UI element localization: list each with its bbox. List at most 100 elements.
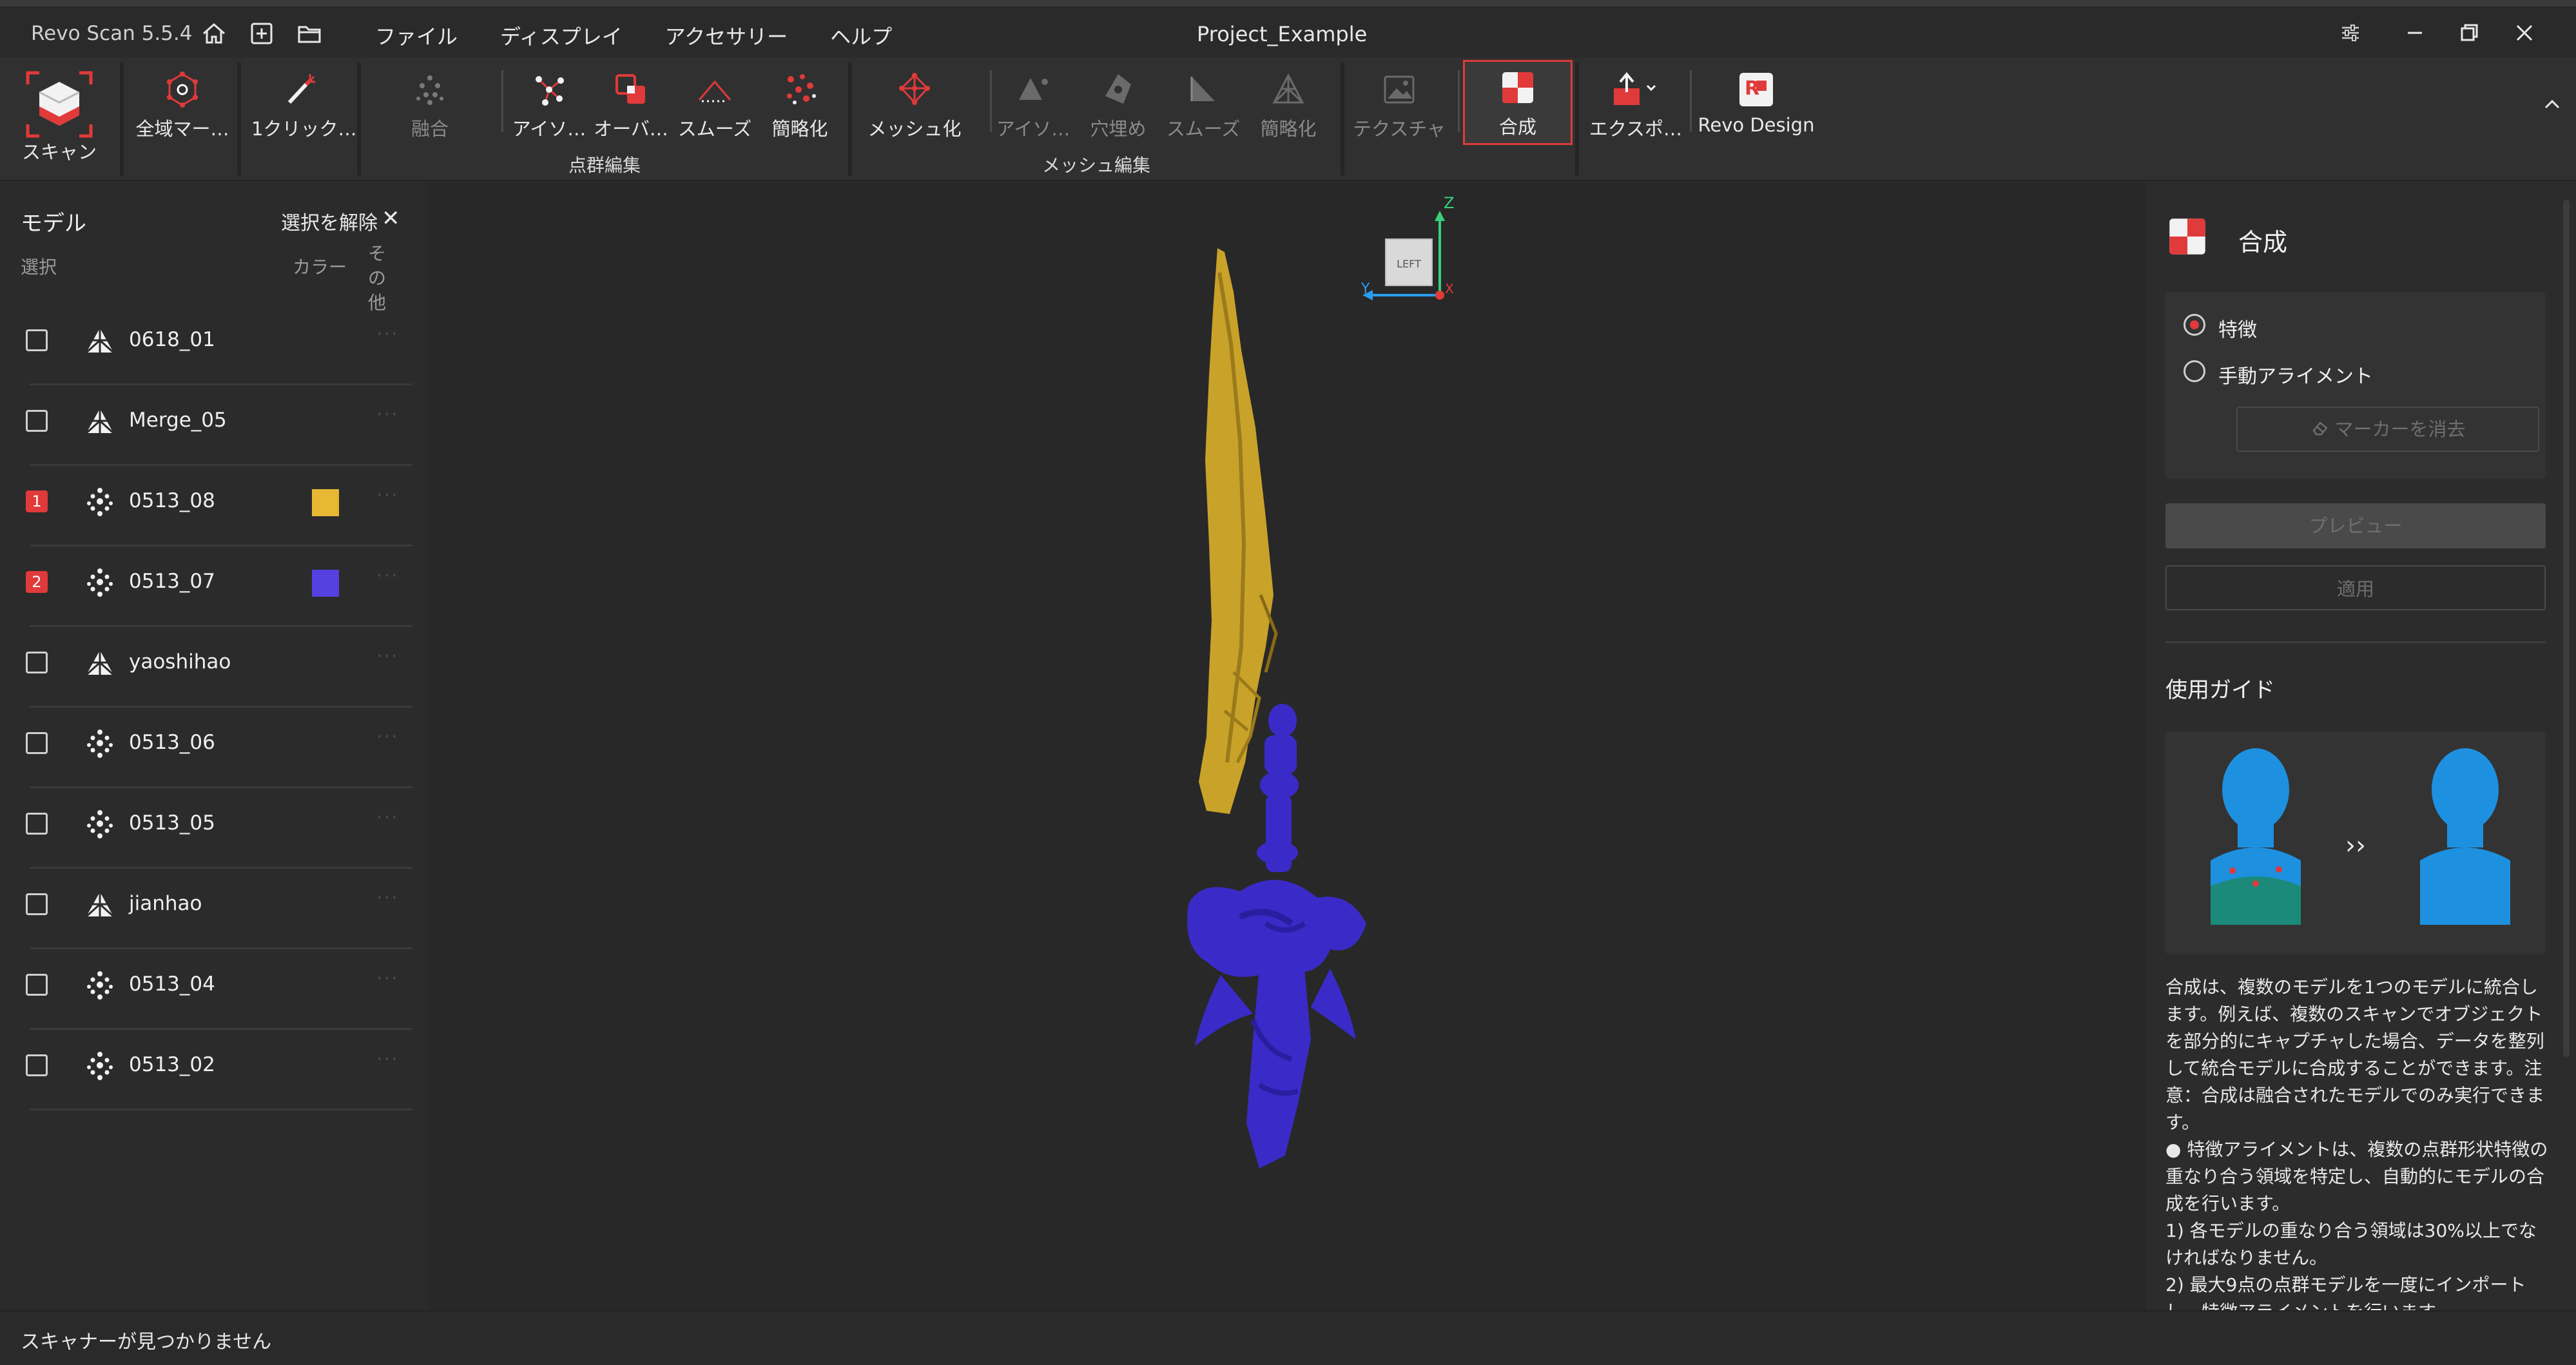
model-checkbox[interactable] [26, 974, 48, 996]
scan-label: スキャン [21, 141, 97, 163]
model-row[interactable]: 1 0513_08 ··· [0, 466, 412, 547]
fuse-button[interactable]: 融合 [388, 64, 472, 148]
model-row[interactable]: 0513_04 ··· [0, 949, 412, 1030]
model-color-swatch[interactable] [312, 489, 339, 516]
model-row[interactable]: jianhao ··· [0, 869, 412, 949]
right-panel-scrollbar[interactable] [2563, 200, 2570, 1057]
3d-viewport[interactable]: LEFT Z Y X [428, 182, 2146, 1310]
merge-icon [1502, 72, 1533, 103]
global-marker-button[interactable]: 全域マー… [134, 64, 231, 148]
model-row[interactable]: 0513_05 ··· [0, 788, 412, 869]
open-folder-icon[interactable] [295, 19, 324, 48]
mesh-smooth-label: スムーズ [1166, 118, 1241, 140]
merge-label: 合成 [1498, 116, 1536, 138]
close-icon[interactable]: ✕ [382, 206, 400, 231]
model-row[interactable]: 0513_06 ··· [0, 708, 412, 788]
menu-display[interactable]: ディスプレイ [500, 21, 623, 50]
menu-file[interactable]: ファイル [375, 21, 458, 50]
more-options-icon[interactable]: ··· [376, 565, 399, 587]
more-options-icon[interactable]: ··· [376, 887, 399, 909]
deselect-button[interactable]: 選択を解除 [281, 207, 378, 235]
global-marker-label: 全域マー… [135, 118, 229, 140]
model-checkbox[interactable] [26, 652, 48, 673]
model-panel: モデル 選択を解除 ✕ 選択 カラー その他 0618_01 ··· Merge_0… [0, 182, 428, 1310]
model-color-swatch[interactable] [312, 570, 339, 597]
column-header-other: その他 [367, 243, 386, 313]
smooth-points-button[interactable]: スムーズ [673, 64, 757, 148]
model-checkbox[interactable] [26, 1054, 48, 1076]
model-row[interactable]: 2 0513_07 ··· [0, 547, 412, 627]
simplify-points-button[interactable]: 簡略化 [758, 64, 842, 148]
export-group: エクスポ… R Revo Design [1579, 57, 2576, 180]
isolate-points-button[interactable]: アイソ… [504, 64, 594, 148]
model-row[interactable]: 0513_02 ··· [0, 1030, 412, 1110]
preview-button[interactable]: プレビュー [2165, 503, 2546, 548]
point-cloud-edit-group: 融合 アイソ… オーバ… スムーズ 簡略化 点群編集 [361, 57, 848, 180]
more-options-icon[interactable]: ··· [376, 323, 399, 345]
mesh-isolate-label: アイソ… [996, 118, 1070, 140]
model-checkbox[interactable] [26, 893, 48, 915]
model-row[interactable]: 0618_01 ··· [0, 305, 412, 385]
ribbon-divider [1690, 70, 1692, 132]
viewport-canvas[interactable]: LEFT Z Y X [428, 182, 2146, 1310]
feature-radio[interactable] [2184, 314, 2205, 336]
mesh-button[interactable]: メッシュ化 [866, 64, 963, 148]
menu-help[interactable]: ヘルプ [830, 21, 892, 50]
ribbon-divider [501, 70, 503, 132]
view-cube[interactable]: LEFT Z Y X [1361, 194, 1454, 300]
gold-blade-model[interactable] [1199, 248, 1278, 814]
model-checkbox[interactable] [26, 732, 48, 754]
apply-button[interactable]: 適用 [2165, 565, 2546, 610]
more-options-icon[interactable]: ··· [376, 806, 399, 829]
settings-sliders-icon[interactable] [2334, 17, 2367, 49]
close-window-icon[interactable] [2508, 17, 2541, 49]
one-click-button[interactable]: 1クリック… [251, 64, 356, 148]
more-options-icon[interactable]: ··· [376, 726, 399, 748]
collapse-ribbon-icon[interactable] [2539, 91, 2565, 117]
export-button[interactable]: エクスポ… [1584, 64, 1687, 148]
more-options-icon[interactable]: ··· [376, 645, 399, 668]
home-icon[interactable] [200, 19, 228, 48]
more-options-icon[interactable]: ··· [376, 1048, 399, 1070]
model-row[interactable]: yaoshihao ··· [0, 627, 412, 708]
manual-align-radio[interactable] [2184, 360, 2205, 382]
minimize-icon[interactable] [2399, 17, 2431, 49]
model-panel-title: モデル [21, 211, 86, 237]
revo-design-button[interactable]: R Revo Design [1695, 64, 1817, 148]
more-options-icon[interactable]: ··· [376, 967, 399, 990]
more-options-icon[interactable]: ··· [376, 484, 399, 507]
point-cloud-model-icon [84, 567, 116, 597]
mesh-simplify-button[interactable]: 簡略化 [1246, 64, 1330, 148]
restore-icon[interactable] [2453, 17, 2485, 49]
mesh-smooth-button[interactable]: スムーズ [1161, 64, 1245, 148]
clear-markers-button[interactable]: マーカーを消去 [2236, 407, 2539, 452]
model-name: jianhao [129, 892, 202, 915]
feature-radio-label[interactable]: 特徴 [2218, 314, 2257, 342]
new-project-icon[interactable] [247, 19, 276, 48]
axis-z-label: Z [1444, 194, 1454, 212]
scan-button[interactable]: スキャン [14, 63, 104, 163]
point-cloud-model-icon [84, 970, 116, 1000]
model-row[interactable]: Merge_05 ··· [0, 385, 412, 466]
view-cube-face-label: LEFT [1397, 258, 1421, 270]
fill-holes-label: 穴埋め [1090, 118, 1147, 140]
mesh-smooth-icon [1190, 77, 1215, 101]
selection-order-badge[interactable]: 2 [26, 571, 48, 593]
merge-options-box: 特徴 手動アライメント マーカーを消去 [2165, 292, 2546, 479]
mesh-isolate-button[interactable]: アイソ… [991, 64, 1075, 148]
overlap-button[interactable]: オーバ… [589, 64, 673, 148]
fill-holes-button[interactable]: 穴埋め [1076, 64, 1160, 148]
model-checkbox[interactable] [26, 329, 48, 351]
manual-align-radio-label[interactable]: 手動アライメント [2218, 360, 2373, 389]
point-cloud-edit-label: 点群編集 [568, 155, 641, 176]
merge-button[interactable]: 合成 [1463, 60, 1573, 145]
scan-group: スキャン [0, 57, 120, 180]
fuse-label: 融合 [411, 118, 449, 140]
model-checkbox[interactable] [26, 813, 48, 835]
selection-order-badge[interactable]: 1 [26, 490, 48, 512]
texture-label: テクスチャ [1353, 118, 1446, 140]
model-checkbox[interactable] [26, 410, 48, 432]
menu-accessory[interactable]: アクセサリー [665, 21, 788, 50]
more-options-icon[interactable]: ··· [376, 403, 399, 426]
texture-button[interactable]: テクスチャ [1351, 64, 1448, 148]
